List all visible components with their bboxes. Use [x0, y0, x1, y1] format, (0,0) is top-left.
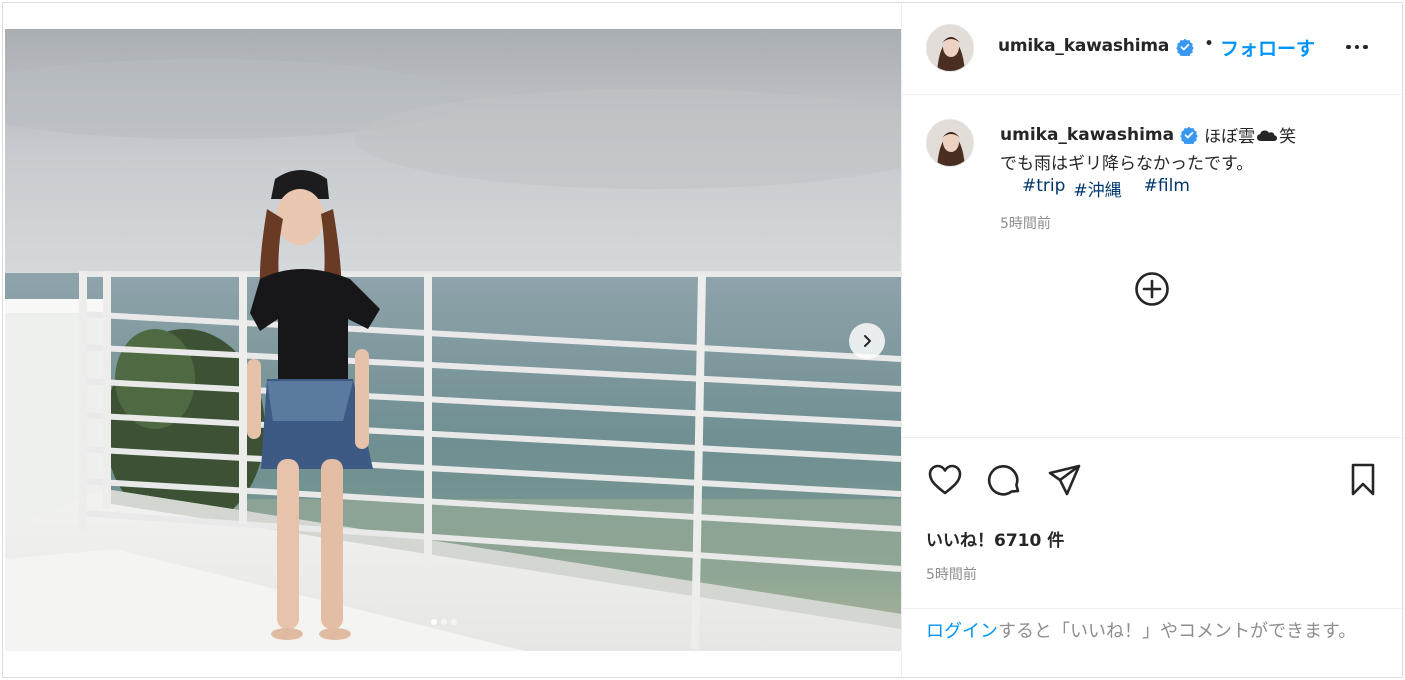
carousel-indicator	[431, 619, 457, 625]
separator: •	[1204, 34, 1215, 54]
cloud-emoji-icon	[1257, 130, 1278, 141]
caption-text: ほぼ雲	[1204, 127, 1256, 147]
avatar-image	[927, 120, 973, 166]
caption-username[interactable]: umika_kawashima	[1000, 125, 1174, 145]
action-bar: いいね！6710 件 5時間前	[902, 439, 1405, 609]
more-dot	[1354, 44, 1360, 50]
avatar-image	[927, 25, 973, 71]
carousel-dot	[451, 619, 457, 625]
login-prompt-message: すると「いいね！」やコメントができます。	[998, 621, 1357, 642]
more-dot	[1363, 44, 1368, 50]
hashtags: #trip #沖縄 #film	[1022, 176, 1190, 201]
post-photo[interactable]	[5, 29, 901, 651]
share-icon[interactable]	[1046, 461, 1084, 499]
login-link[interactable]: ログイン	[926, 621, 998, 642]
carousel-dot	[441, 619, 447, 625]
login-prompt-text: ログインすると「いいね！」やコメントができます。	[926, 618, 1386, 646]
username[interactable]: umika_kawashima	[998, 36, 1169, 56]
post-header: umika_kawashima • フォローす	[902, 3, 1405, 95]
hashtag-okinawa[interactable]: #沖縄	[1073, 176, 1121, 201]
avatar[interactable]	[926, 24, 974, 72]
verified-badge-icon	[1180, 126, 1198, 144]
more-icon[interactable]	[1342, 37, 1372, 57]
caption-timestamp: 5時間前	[1000, 216, 1051, 232]
likes-count[interactable]: いいね！6710 件	[926, 526, 1064, 551]
post-media	[3, 3, 901, 677]
login-prompt: ログインすると「いいね！」やコメントができます。	[902, 610, 1405, 677]
plus-circle-icon[interactable]	[1134, 271, 1170, 307]
caption-text-suffix: 笑	[1279, 127, 1297, 147]
heart-icon[interactable]	[926, 461, 964, 499]
chevron-right-icon	[864, 335, 871, 347]
more-dot	[1346, 44, 1351, 50]
hashtag-film[interactable]: #film	[1144, 176, 1190, 201]
comment-icon[interactable]	[986, 461, 1024, 499]
carousel-next-button[interactable]	[849, 323, 885, 359]
bookmark-icon[interactable]	[1344, 461, 1382, 499]
follow-button[interactable]: フォローす	[1220, 34, 1315, 61]
avatar[interactable]	[926, 119, 974, 167]
post-timestamp: 5時間前	[926, 567, 977, 583]
caption-first-line: umika_kawashima ほぼ雲 笑	[1000, 122, 1297, 148]
verified-badge-icon	[1176, 38, 1194, 56]
post-side-panel: umika_kawashima • フォローす umika_kawashima …	[901, 3, 1405, 677]
caption-section: umika_kawashima ほぼ雲 笑 でも雨はギリ降らなかったです。 #t…	[902, 95, 1405, 438]
instagram-post: umika_kawashima • フォローす umika_kawashima …	[2, 2, 1405, 678]
hashtag-trip[interactable]: #trip	[1022, 176, 1065, 201]
carousel-dot	[431, 619, 437, 625]
beach-photo-illustration	[5, 29, 901, 651]
caption-second-line: でも雨はギリ降らなかったです。	[1000, 154, 1254, 174]
